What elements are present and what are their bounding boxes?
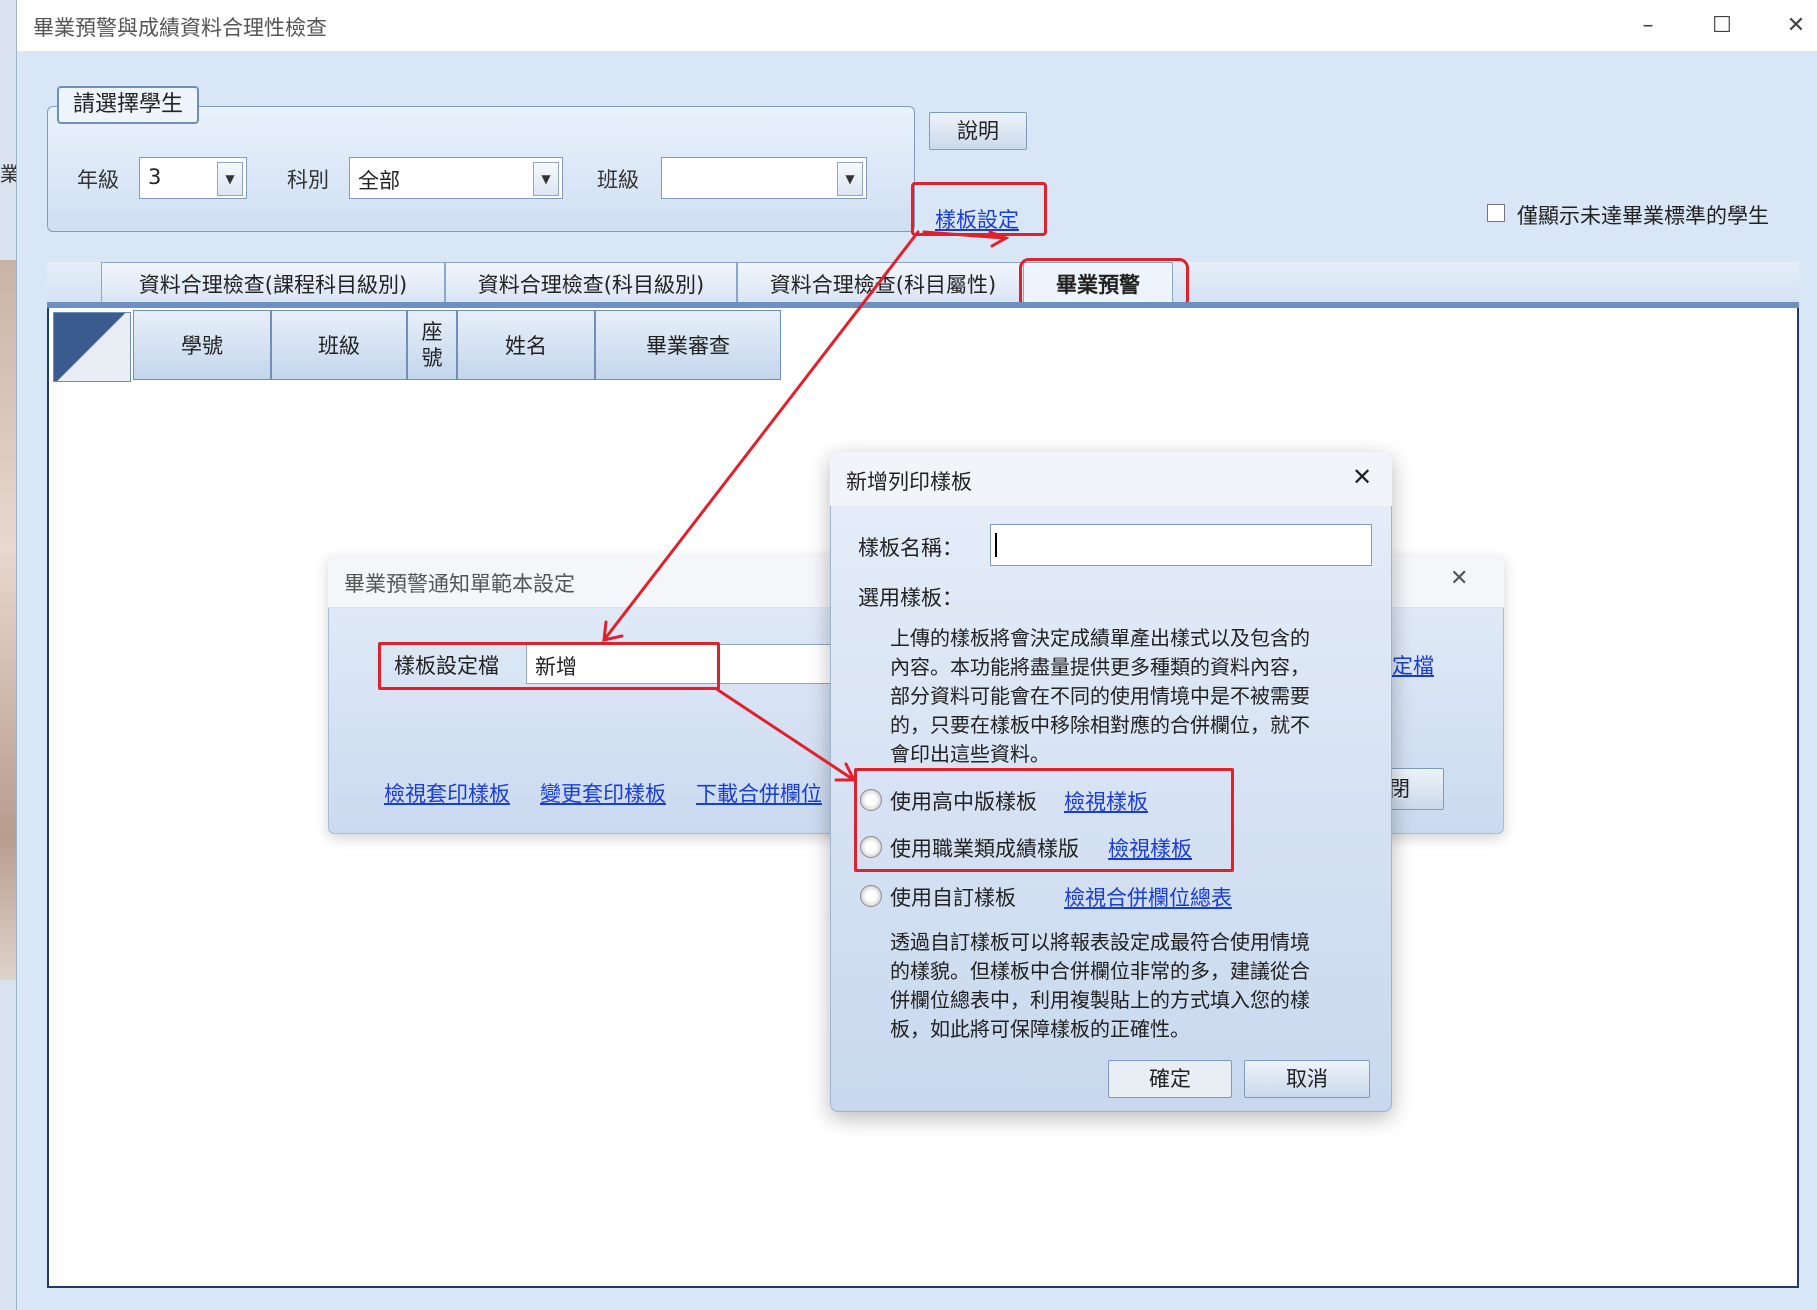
arrow-line — [716, 688, 856, 782]
annotation-arrows — [602, 230, 1010, 782]
arrow-head — [834, 762, 857, 782]
arrow-line — [602, 230, 920, 642]
